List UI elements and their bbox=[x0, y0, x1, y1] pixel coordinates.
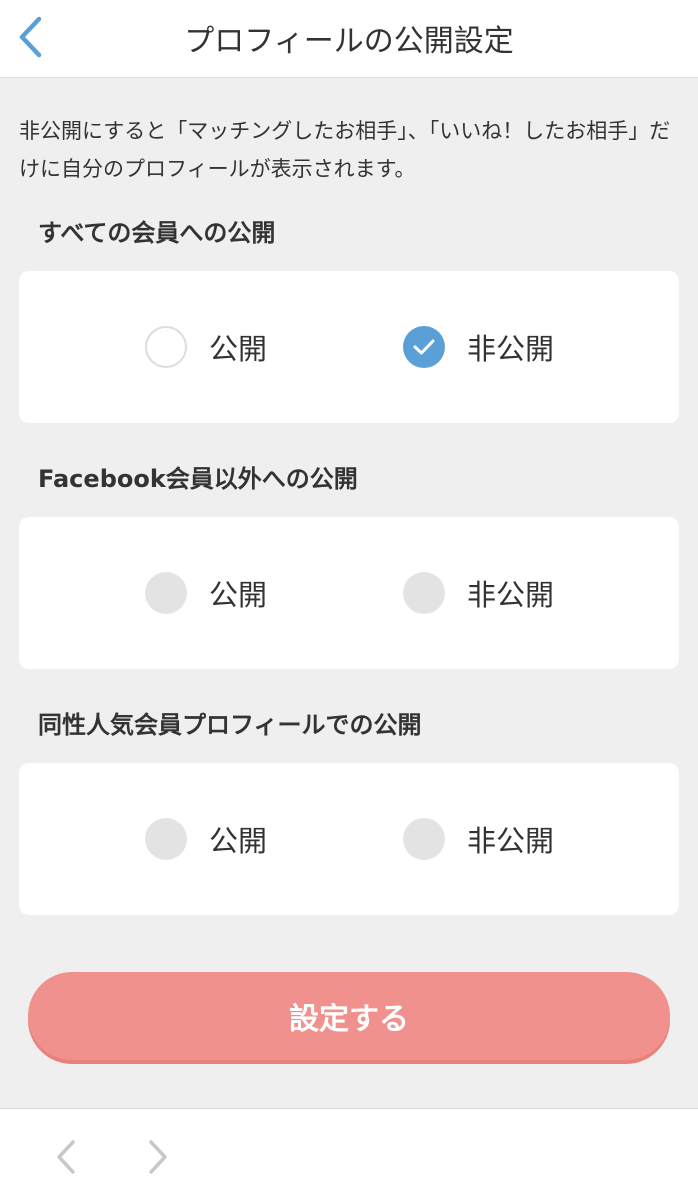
history-forward-button[interactable] bbox=[138, 1135, 178, 1179]
checkmark-icon bbox=[413, 339, 435, 355]
visibility-card-non-facebook: 公開 非公開 bbox=[19, 517, 679, 669]
bottom-toolbar bbox=[0, 1108, 698, 1200]
radio-unselected-icon[interactable] bbox=[145, 326, 187, 368]
visibility-card-same-sex-popular: 公開 非公開 bbox=[19, 763, 679, 915]
radio-checked-icon[interactable] bbox=[403, 326, 445, 368]
radio-unselected-icon[interactable] bbox=[145, 818, 187, 860]
privacy-description: 非公開にすると「マッチングしたお相手」、「いいね！したお相手」だけに自分のプロフ… bbox=[19, 119, 671, 181]
option-label: 非公開 bbox=[467, 332, 555, 366]
section-heading-all-members: すべての会員への公開 bbox=[38, 219, 276, 247]
option-label: 非公開 bbox=[467, 578, 555, 612]
option-private-all-members[interactable]: 非公開 bbox=[403, 271, 554, 423]
radio-unselected-icon[interactable] bbox=[145, 572, 187, 614]
option-label: 非公開 bbox=[467, 824, 555, 858]
option-private-same-sex-popular[interactable]: 非公開 bbox=[403, 763, 554, 915]
section-heading-non-facebook: Facebook会員以外への公開 bbox=[38, 465, 358, 493]
history-back-button[interactable] bbox=[46, 1135, 86, 1179]
navigation-bar: プロフィールの公開設定 bbox=[0, 0, 698, 78]
option-label: 公開 bbox=[209, 824, 268, 858]
option-label: 公開 bbox=[209, 578, 268, 612]
visibility-card-all-members: 公開 非公開 bbox=[19, 271, 679, 423]
chevron-left-icon bbox=[57, 1140, 75, 1174]
radio-unselected-icon[interactable] bbox=[403, 818, 445, 860]
option-public-non-facebook[interactable]: 公開 bbox=[145, 517, 267, 669]
chevron-right-icon bbox=[149, 1140, 167, 1174]
section-heading-same-sex-popular: 同性人気会員プロフィールでの公開 bbox=[38, 711, 422, 739]
radio-unselected-icon[interactable] bbox=[403, 572, 445, 614]
submit-settings-button[interactable]: 設定する bbox=[28, 972, 670, 1060]
page-title: プロフィールの公開設定 bbox=[184, 24, 514, 59]
option-public-same-sex-popular[interactable]: 公開 bbox=[145, 763, 267, 915]
option-private-non-facebook[interactable]: 非公開 bbox=[403, 517, 554, 669]
option-label: 公開 bbox=[209, 332, 268, 366]
option-public-all-members[interactable]: 公開 bbox=[145, 271, 267, 423]
